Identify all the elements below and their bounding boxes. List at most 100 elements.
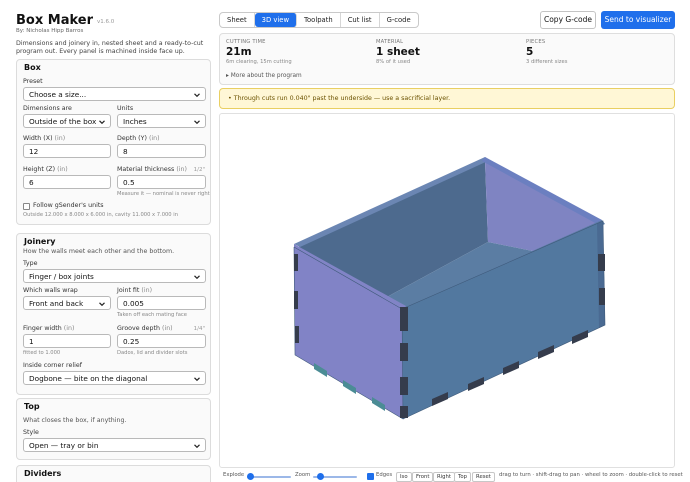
joinery-card: Joinery How the walls meet each other an…: [16, 233, 211, 395]
joint-fit-label: Joint fit (in): [117, 287, 152, 294]
preset-label: Preset: [23, 78, 43, 85]
copy-gcode-button[interactable]: Copy G-code: [540, 11, 596, 29]
settings-panel: Box Maker v1.6.0 By: Nicholas Hipp Barros…: [0, 0, 216, 482]
warning-text: Through cuts run 0.040" past the undersi…: [233, 95, 451, 102]
stat-value: 21m: [226, 46, 252, 58]
thickness-unit: (in): [176, 166, 187, 173]
joint-type-label: Type: [23, 260, 38, 267]
stat-detail: 6m clearing, 15m cutting: [226, 59, 292, 65]
finger-joint: [599, 288, 605, 305]
width-label-text: Width (X): [23, 135, 53, 142]
top-card: Top What closes the box, if anything. St…: [16, 398, 211, 460]
depth-input[interactable]: 8: [117, 144, 206, 158]
groove-depth-input[interactable]: 0.25: [117, 334, 206, 348]
walls-wrap-label: Which walls wrap: [23, 287, 78, 294]
app-description: Dimensions and joinery in, nested sheet …: [16, 40, 204, 55]
width-label: Width (X) (in): [23, 135, 65, 142]
top-subtitle: What closes the box, if anything.: [23, 417, 127, 424]
explode-label: Explode: [223, 472, 245, 478]
3d-viewer[interactable]: [219, 113, 675, 468]
preset-select-value: Choose a size...: [29, 90, 87, 99]
finger-joint: [294, 291, 298, 309]
finger-width-unit: (in): [63, 325, 75, 332]
top-style-select[interactable]: Open — tray or bin: [23, 438, 206, 452]
thickness-help: Measure it — nominal is never right: [117, 191, 210, 197]
view-right-button[interactable]: Right: [433, 472, 455, 482]
joint-type-value: Finger / box joints: [29, 272, 94, 281]
app-title: Box Maker v1.6.0: [16, 13, 114, 28]
stat-label: CUTTING TIME: [226, 39, 266, 45]
explode-slider[interactable]: [247, 472, 291, 482]
groove-depth-label-text: Groove depth: [117, 325, 160, 332]
app-version: v1.6.0: [96, 19, 115, 25]
top-style-value: Open — tray or bin: [29, 441, 99, 450]
view-top-button[interactable]: Top: [454, 472, 471, 482]
send-to-visualizer-button[interactable]: Send to visualizer: [601, 11, 675, 29]
groove-depth-help: Dados, lid and divider slots: [117, 350, 188, 356]
joint-type-select[interactable]: Finger / box joints: [23, 269, 206, 283]
groove-depth-unit: (in): [161, 325, 173, 332]
dims-select[interactable]: Outside of the box: [23, 114, 111, 128]
triangle-right-icon: ▸: [226, 73, 229, 79]
height-unit: (in): [57, 166, 68, 173]
box-card: Box Preset Choose a size... Dimensions a…: [16, 59, 211, 225]
explode-slider-knob[interactable]: [247, 473, 254, 480]
walls-wrap-select[interactable]: Front and back: [23, 296, 111, 310]
thickness-label-text: Material thickness: [117, 166, 175, 173]
tab-sheet[interactable]: Sheet: [220, 13, 255, 27]
tab-3d-view[interactable]: 3D view: [254, 13, 298, 27]
app-title-text: Box Maker: [16, 13, 93, 28]
chevron-down-icon: [99, 302, 105, 307]
tab-cut-list[interactable]: Cut list: [341, 13, 380, 27]
height-input[interactable]: 6: [23, 175, 111, 189]
finger-joint: [295, 326, 299, 343]
thickness-input[interactable]: 0.5: [117, 175, 206, 189]
view-front-button[interactable]: Front: [412, 472, 434, 482]
groove-depth-label: Groove depth (in): [117, 325, 173, 332]
finger-joint: [400, 406, 408, 418]
width-input[interactable]: 12: [23, 144, 111, 158]
bullet-icon: •: [228, 95, 232, 102]
view-iso-button[interactable]: Iso: [396, 472, 412, 482]
tab-gcode[interactable]: G-code: [380, 13, 418, 27]
finger-joint: [294, 254, 298, 271]
stat-detail: 3 different sizes: [526, 59, 568, 65]
units-select-value: Inches: [123, 117, 147, 126]
view-reset-button[interactable]: Reset: [472, 472, 495, 482]
edges-checkbox[interactable]: [367, 473, 374, 480]
stat-value: 5: [526, 46, 534, 58]
height-label-text: Height (Z): [23, 166, 56, 173]
joint-fit-help: Taken off each mating face: [117, 312, 187, 318]
width-unit: (in): [54, 135, 66, 142]
chevron-down-icon: [194, 120, 200, 125]
joint-fit-input[interactable]: 0.005: [117, 296, 206, 310]
view-tabs: Sheet 3D view Toolpath Cut list G-code: [219, 12, 419, 28]
finger-joint: [598, 254, 605, 271]
app-author: By: Nicholas Hipp Barros: [16, 28, 84, 34]
more-about-program-toggle[interactable]: ▸ More about the program: [226, 73, 302, 79]
tab-toolpath[interactable]: Toolpath: [297, 13, 341, 27]
follow-units-checkbox[interactable]: [23, 203, 30, 210]
zoom-slider-knob[interactable]: [317, 473, 324, 480]
dims-label: Dimensions are: [23, 105, 72, 112]
corner-relief-select[interactable]: Dogbone — bite on the diagonal: [23, 371, 206, 385]
thickness-label: Material thickness (in): [117, 166, 187, 173]
stat-value: 1 sheet: [376, 46, 420, 58]
box-3d-model[interactable]: [220, 114, 675, 468]
depth-label: Depth (Y) (in): [117, 135, 160, 142]
units-select[interactable]: Inches: [117, 114, 206, 128]
groove-depth-hint: 1/4": [193, 326, 205, 332]
dims-select-value: Outside of the box: [29, 117, 97, 126]
viewer-hint: drag to turn · shift-drag to pan · wheel…: [499, 472, 683, 478]
preset-select[interactable]: Choose a size...: [23, 87, 206, 101]
warning-banner: • Through cuts run 0.040" past the under…: [219, 88, 675, 109]
dividers-card-title: Dividers: [24, 469, 62, 478]
finger-width-label: Finger width (in): [23, 325, 74, 332]
corner-relief-value: Dogbone — bite on the diagonal: [29, 374, 148, 383]
units-label: Units: [117, 105, 134, 112]
finger-width-input[interactable]: 1: [23, 334, 111, 348]
stat-label: PIECES: [526, 39, 546, 45]
thickness-hint: 1/2": [193, 167, 205, 173]
top-style-label: Style: [23, 429, 39, 436]
zoom-slider[interactable]: [313, 472, 357, 482]
